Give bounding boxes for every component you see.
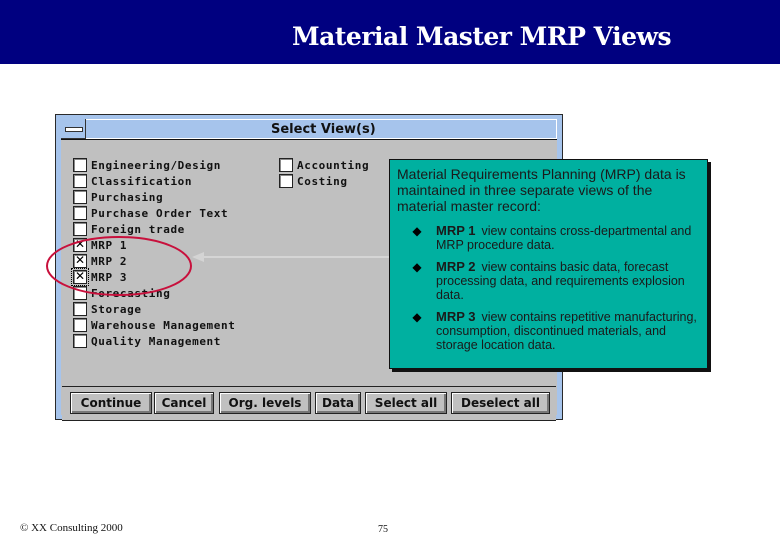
highlight-ellipse <box>46 236 192 296</box>
select-all-button[interactable]: Select all <box>365 392 447 414</box>
callout-intro-text: Material Requirements Planning (MRP) dat… <box>397 166 686 214</box>
bullet-mrp-2: ◆ MRP 2 view contains basic data, forecas… <box>396 259 701 303</box>
checkbox-box[interactable] <box>73 302 87 316</box>
checkbox-purchase-order-text[interactable]: Purchase Order Text <box>73 205 228 221</box>
checkbox-label: Purchase Order Text <box>91 206 229 220</box>
checkbox-label: Costing <box>297 174 348 188</box>
checkbox-box[interactable] <box>73 318 87 332</box>
checkbox-label: Quality Management <box>91 334 222 348</box>
highlight-ellipse-shape <box>46 236 192 296</box>
checkbox-box[interactable] <box>73 174 87 188</box>
checkbox-engineering-design[interactable]: Engineering/Design <box>73 157 221 173</box>
slide-header: Material Master MRP Views <box>0 0 780 64</box>
checkbox-purchasing[interactable]: Purchasing <box>73 189 163 205</box>
slide-title: Material Master MRP Views <box>292 22 672 51</box>
data-button[interactable]: Data <box>315 392 361 414</box>
checkbox-label: Classification <box>91 174 193 188</box>
bullet-term: MRP 2 <box>436 259 476 274</box>
checkbox-warehouse-management[interactable]: Warehouse Management <box>73 317 235 333</box>
mrp-explanation-callout: Material Requirements Planning (MRP) dat… <box>389 159 708 369</box>
diamond-bullet-icon: ◆ <box>412 260 422 274</box>
checkbox-label: Engineering/Design <box>91 158 222 172</box>
org-levels-button[interactable]: Org. levels <box>219 392 311 414</box>
checkbox-box[interactable] <box>279 158 293 172</box>
checkbox-box[interactable] <box>73 190 87 204</box>
dialog-title: Select View(s) <box>271 122 376 137</box>
deselect-all-button[interactable]: Deselect all <box>451 392 550 414</box>
pointer-arrow <box>192 252 390 262</box>
bullet-mrp-1: ◆ MRP 1 view contains cross-departmental … <box>396 223 701 253</box>
continue-button[interactable]: Continue <box>70 392 152 414</box>
checkbox-label: Warehouse Management <box>91 318 236 332</box>
bullet-mrp-3: ◆ MRP 3 view contains repetitive manufact… <box>396 309 701 353</box>
checkbox-label: Purchasing <box>91 190 164 204</box>
dialog-button-bar: Continue Cancel Org. levels Data Select … <box>62 386 556 421</box>
checkbox-box[interactable] <box>279 174 293 188</box>
diamond-bullet-icon: ◆ <box>412 224 422 238</box>
checkbox-costing[interactable]: Costing <box>279 173 348 189</box>
bullet-term: MRP 1 <box>436 223 476 238</box>
checkbox-box[interactable] <box>73 334 87 348</box>
checkbox-label: Accounting <box>297 158 370 172</box>
footer-copyright: © XX Consulting 2000 <box>20 522 123 534</box>
checkbox-quality-management[interactable]: Quality Management <box>73 333 221 349</box>
checkbox-box[interactable] <box>73 158 87 172</box>
checkbox-storage[interactable]: Storage <box>73 301 142 317</box>
checkbox-accounting[interactable]: Accounting <box>279 157 369 173</box>
checkbox-classification[interactable]: Classification <box>73 173 192 189</box>
checkbox-label: Storage <box>91 302 142 316</box>
system-menu-button[interactable] <box>61 119 86 139</box>
cancel-button[interactable]: Cancel <box>154 392 214 414</box>
bullet-term: MRP 3 <box>436 309 476 324</box>
system-menu-icon <box>65 127 83 132</box>
checkbox-box[interactable] <box>73 206 87 220</box>
page-number: 75 <box>378 524 388 535</box>
diamond-bullet-icon: ◆ <box>412 310 422 324</box>
